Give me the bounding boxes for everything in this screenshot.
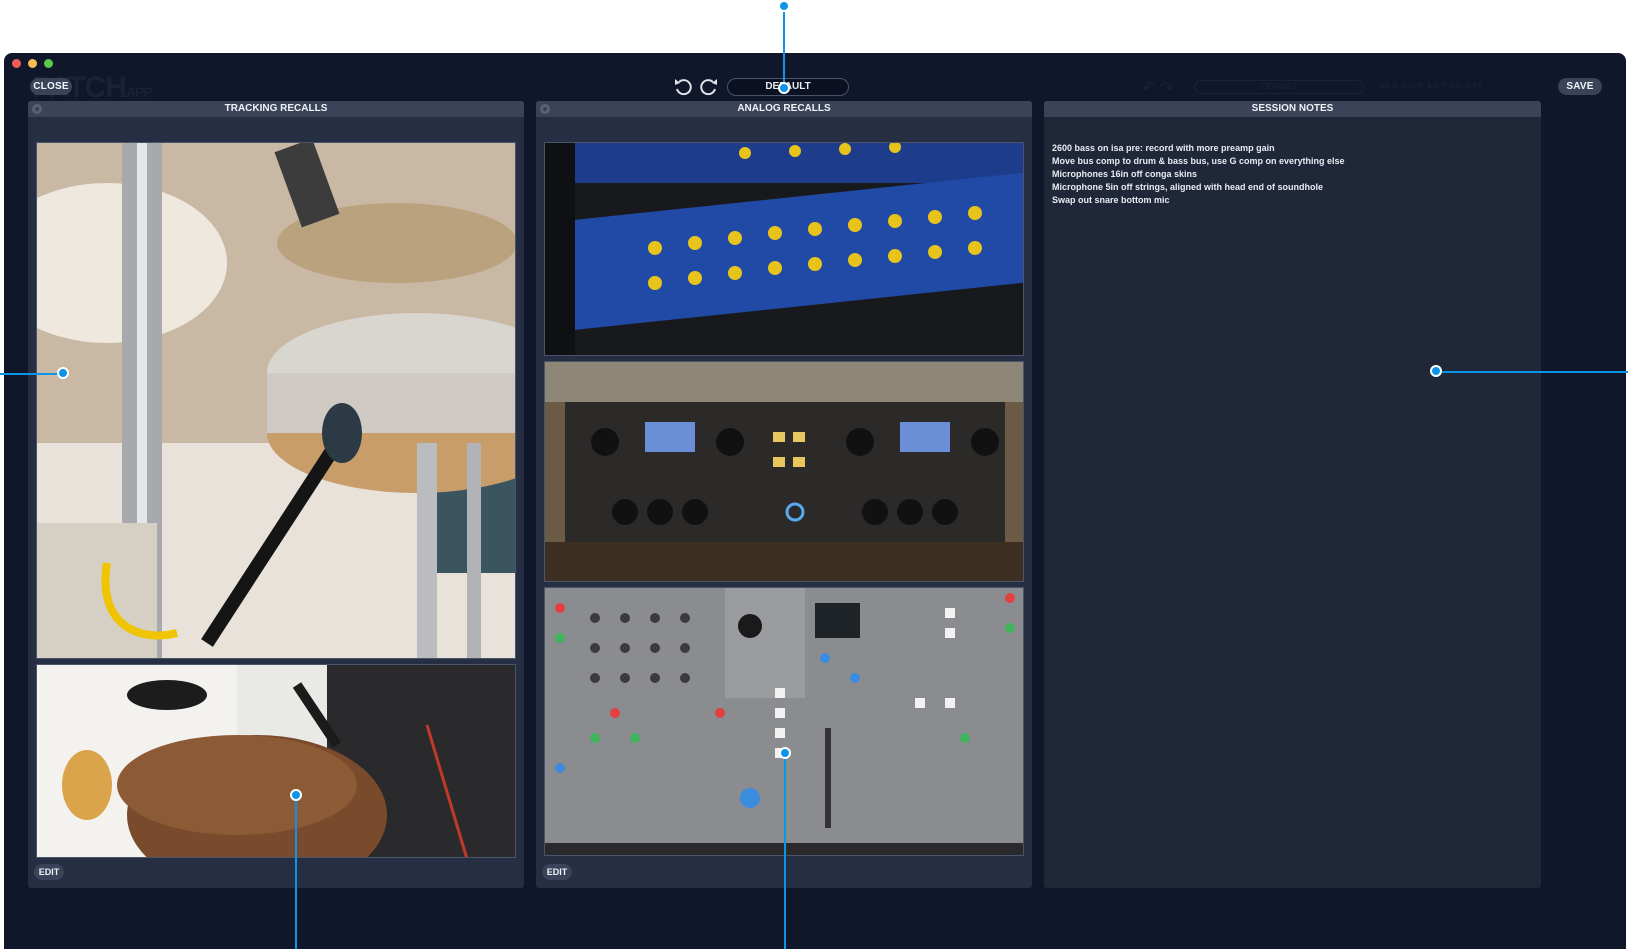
- callout-line: [0, 373, 64, 375]
- preamp-rack-photo[interactable]: [544, 142, 1024, 356]
- note-line: Swap out snare bottom mic: [1052, 195, 1170, 205]
- callout-dot: [778, 82, 790, 94]
- save-button[interactable]: SAVE: [1558, 78, 1602, 95]
- background-menu: NEW SAVE EDIT DELETE: [1380, 83, 1484, 90]
- tracking-recalls-panel: TRACKING RECALLS + EDIT: [28, 101, 524, 888]
- plus-icon[interactable]: +: [32, 104, 42, 114]
- app-window: PATCHAPP CLOSE DEFAULT ↶ ↷ DEFAULT NEW S…: [4, 53, 1626, 949]
- callout-line: [1437, 371, 1628, 373]
- notes-text[interactable]: 2600 bass on isa pre: record with more p…: [1052, 142, 1345, 207]
- background-preset-field: DEFAULT: [1194, 80, 1364, 94]
- note-line: Microphones 16in off conga skins: [1052, 169, 1198, 179]
- undo-icon[interactable]: [672, 75, 694, 97]
- note-line: 2600 bass on isa pre: record with more p…: [1052, 143, 1275, 153]
- compressor-photo[interactable]: [544, 361, 1024, 582]
- conga-photo[interactable]: [36, 664, 516, 858]
- note-line: Move bus comp to drum & bass bus, use G …: [1052, 156, 1345, 166]
- edit-button[interactable]: EDIT: [34, 864, 64, 880]
- callout-line: [784, 754, 786, 949]
- edit-button[interactable]: EDIT: [542, 864, 572, 880]
- panel-title: ANALOG RECALLS: [536, 101, 1032, 117]
- window-close-dot[interactable]: [12, 59, 21, 68]
- redo-icon[interactable]: [698, 75, 720, 97]
- close-button[interactable]: CLOSE: [30, 78, 72, 95]
- window-zoom-dot[interactable]: [44, 59, 53, 68]
- callout-line: [783, 6, 785, 88]
- window-minimize-dot[interactable]: [28, 59, 37, 68]
- callout-dot: [779, 747, 791, 759]
- drum-kit-photo[interactable]: [36, 142, 516, 659]
- panel-title: SESSION NOTES: [1044, 101, 1541, 117]
- background-undo-icon: ↶ ↷: [1142, 80, 1174, 97]
- callout-dot: [1430, 365, 1442, 377]
- callout-line: [295, 796, 297, 949]
- callout-dot: [57, 367, 69, 379]
- plus-icon[interactable]: +: [540, 104, 550, 114]
- panel-title: TRACKING RECALLS: [28, 101, 524, 117]
- callout-dot: [778, 0, 790, 12]
- session-notes-panel[interactable]: SESSION NOTES 2600 bass on isa pre: reco…: [1044, 101, 1541, 888]
- note-line: Microphone 5in off strings, aligned with…: [1052, 182, 1324, 192]
- callout-dot: [290, 789, 302, 801]
